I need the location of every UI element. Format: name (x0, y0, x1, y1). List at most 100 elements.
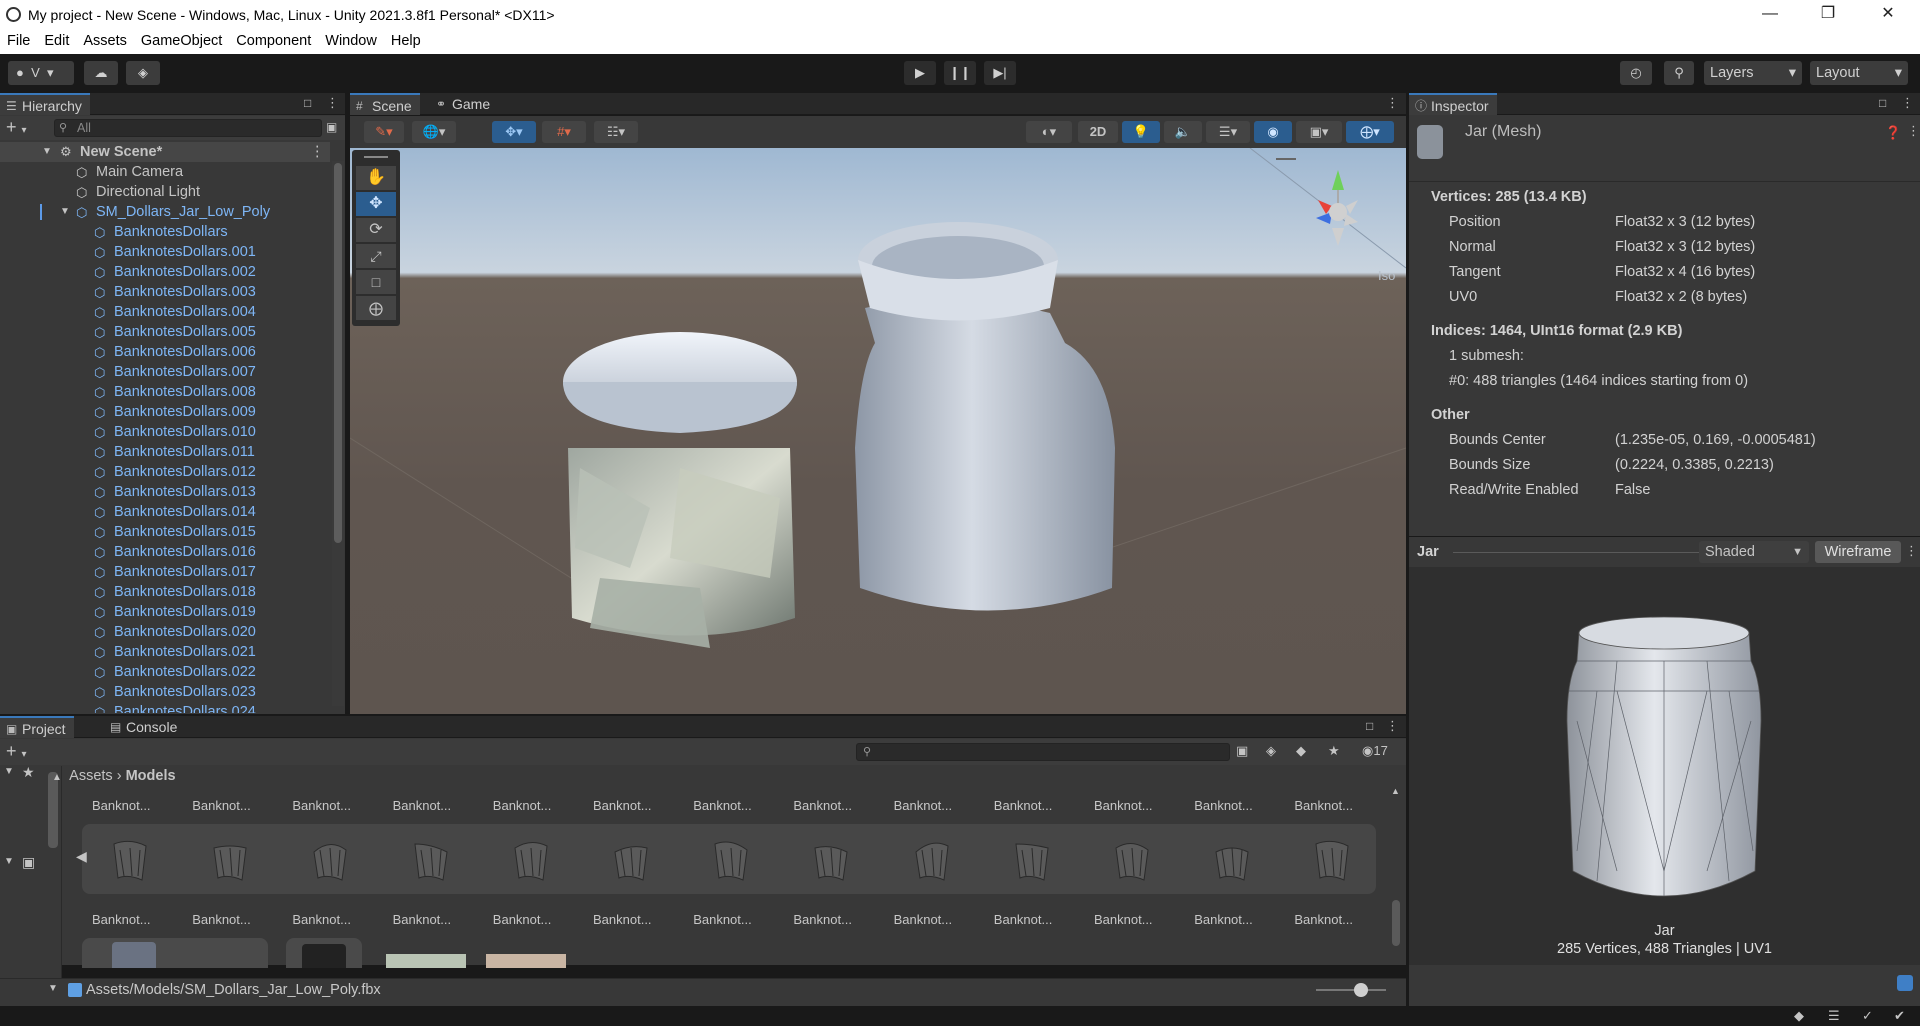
kebab-menu-icon[interactable]: ⋮ (1901, 95, 1914, 111)
shading-mode-button[interactable]: ◐▾ (1026, 121, 1072, 143)
add-button[interactable]: + ▾ (6, 741, 27, 762)
asset-label[interactable]: Banknot... (994, 912, 1053, 927)
asset-label[interactable]: Banknot... (292, 798, 351, 813)
overlay-handle[interactable] (1276, 158, 1296, 160)
asset-label[interactable]: Banknot... (393, 798, 452, 813)
asset-label[interactable]: Banknot... (1294, 912, 1353, 927)
camera-settings-button[interactable]: ▣▾ (1296, 121, 1342, 143)
hierarchy-child-item[interactable]: ⬡ BanknotesDollars.010 (0, 422, 330, 442)
texture-thumbnail[interactable] (486, 954, 566, 968)
hierarchy-child-item[interactable]: ⬡ BanknotesDollars.019 (0, 602, 330, 622)
filter-type-icon[interactable]: ◈ (1266, 743, 1276, 759)
thumbnail-size-slider[interactable] (1316, 983, 1386, 997)
scrollbar-thumb[interactable] (334, 163, 342, 543)
asset-label[interactable]: Banknot... (192, 798, 251, 813)
hierarchy-child-item[interactable]: ⬡ BanknotesDollars.013 (0, 482, 330, 502)
favorite-star-icon[interactable]: ★ (1328, 743, 1340, 759)
hierarchy-child-item[interactable]: ⬡ BanknotesDollars.012 (0, 462, 330, 482)
mesh-thumbnail[interactable] (208, 836, 252, 884)
asset-label[interactable]: Banknot... (793, 798, 852, 813)
lock-icon[interactable]: □ (1366, 719, 1373, 733)
menu-file[interactable]: File (0, 30, 37, 49)
render-mode-button[interactable]: 🌐▾ (412, 121, 456, 143)
asset-label[interactable]: Banknot... (793, 912, 852, 927)
effects-toggle[interactable]: ☰▾ (1206, 121, 1250, 143)
draw-mode-button[interactable]: ✎▾ (364, 121, 404, 143)
chevron-down-icon[interactable]: ▼ (48, 983, 58, 994)
minimize-button[interactable]: — (1742, 0, 1798, 30)
network-icon[interactable]: ✓ (1862, 1008, 1873, 1024)
mesh-thumbnail[interactable] (308, 836, 352, 884)
hierarchy-child-item[interactable]: ⬡ BanknotesDollars.001 (0, 242, 330, 262)
mesh-thumbnail[interactable] (1310, 836, 1354, 884)
check-icon[interactable]: ✔ (1894, 1008, 1905, 1024)
maximize-button[interactable]: ❐ (1800, 0, 1856, 30)
hierarchy-child-item[interactable]: ⬡ BanknotesDollars.021 (0, 642, 330, 662)
layout-dropdown[interactable]: Layout ▾ (1810, 61, 1908, 85)
project-search-input[interactable]: ⚲ (856, 743, 1230, 761)
bug-icon[interactable]: ◆ (1794, 1008, 1804, 1024)
model-thumbnail[interactable] (286, 938, 362, 968)
asset-label[interactable]: Banknot... (393, 912, 452, 927)
settings-icon[interactable]: ⋮ (1907, 123, 1920, 139)
hidden-objects-toggle[interactable]: ◉ (1254, 121, 1292, 143)
hierarchy-child-item[interactable]: ⬡ BanknotesDollars.006 (0, 342, 330, 362)
2d-toggle[interactable]: 2D (1078, 121, 1118, 143)
tab-scene[interactable]: # Scene (350, 93, 420, 115)
search-mode-icon[interactable]: ▣ (1236, 743, 1248, 759)
gizmo-projection-label[interactable]: Iso (1378, 268, 1395, 283)
scrollbar-thumb[interactable] (1392, 900, 1400, 946)
asset-label[interactable]: Banknot... (994, 798, 1053, 813)
tab-project[interactable]: ▣ Project (0, 716, 74, 738)
hierarchy-child-item[interactable]: ⬡ BanknotesDollars.005 (0, 322, 330, 342)
menu-window[interactable]: Window (318, 30, 384, 49)
play-button[interactable]: ▶ (904, 61, 936, 85)
tab-inspector[interactable]: ⓘ Inspector (1409, 93, 1497, 115)
kebab-menu-icon[interactable]: ⋮ (1905, 543, 1918, 559)
hierarchy-child-item[interactable]: ⬡ BanknotesDollars.015 (0, 522, 330, 542)
asset-label[interactable]: Banknot... (292, 912, 351, 927)
asset-label[interactable]: Banknot... (92, 798, 151, 813)
lighting-toggle[interactable]: 💡 (1122, 121, 1160, 143)
move-snap-button[interactable]: ✥▾ (492, 121, 536, 143)
hierarchy-child-item[interactable]: ⬡ BanknotesDollars.023 (0, 682, 330, 702)
rect-tool-button[interactable]: □ (356, 270, 396, 294)
step-button[interactable]: ▶| (984, 61, 1016, 85)
mesh-thumbnail[interactable] (709, 836, 753, 884)
chevron-down-icon[interactable]: ▼ (4, 856, 14, 867)
asset-label[interactable]: Banknot... (593, 798, 652, 813)
audio-toggle[interactable]: 🔈 (1164, 121, 1202, 143)
empty-jar-model[interactable] (855, 222, 1115, 611)
asset-label[interactable]: Banknot... (693, 912, 752, 927)
scale-tool-button[interactable]: ⤢ (356, 244, 396, 268)
menu-edit[interactable]: Edit (37, 30, 76, 49)
hierarchy-prefab-row[interactable]: ▼ ⬡ SM_Dollars_Jar_Low_Poly (0, 202, 330, 222)
asset-label[interactable]: Banknot... (593, 912, 652, 927)
mesh-thumbnail[interactable] (509, 836, 553, 884)
hierarchy-child-item[interactable]: ⬡ BanknotesDollars.002 (0, 262, 330, 282)
collapse-tree-icon[interactable]: ▲ (52, 772, 62, 783)
hierarchy-child-item[interactable]: ⬡ BanknotesDollars.011 (0, 442, 330, 462)
asset-label[interactable]: Banknot... (693, 798, 752, 813)
hierarchy-child-item[interactable]: ⬡ BanknotesDollars.017 (0, 562, 330, 582)
hierarchy-child-item[interactable]: ⬡ BanknotesDollars.022 (0, 662, 330, 682)
palette-handle[interactable] (364, 156, 388, 158)
move-tool-button[interactable]: ✥ (356, 192, 396, 216)
asset-label[interactable]: Banknot... (493, 912, 552, 927)
mesh-thumbnail[interactable] (1210, 836, 1254, 884)
hierarchy-item[interactable]: ⬡ Directional Light (0, 182, 330, 202)
mesh-thumbnail[interactable] (609, 836, 653, 884)
orientation-gizmo[interactable]: Iso □ (1288, 160, 1395, 283)
grid-snap-button[interactable]: #▾ (542, 121, 586, 143)
asset-label[interactable]: Banknot... (1194, 798, 1253, 813)
wireframe-toggle[interactable]: Wireframe (1815, 541, 1901, 563)
hierarchy-child-item[interactable]: ⬡ BanknotesDollars.009 (0, 402, 330, 422)
mesh-thumbnail[interactable] (809, 836, 853, 884)
hierarchy-child-item[interactable]: ⬡ BanknotesDollars.008 (0, 382, 330, 402)
favorite-star-icon[interactable]: ★ (22, 764, 35, 781)
asset-label[interactable]: Banknot... (1094, 798, 1153, 813)
money-jar-model[interactable] (563, 332, 797, 648)
folder-icon[interactable]: ▣ (22, 854, 35, 871)
account-button[interactable]: ● V ▾ (8, 61, 74, 85)
search-button[interactable]: ⚲ (1664, 61, 1694, 85)
